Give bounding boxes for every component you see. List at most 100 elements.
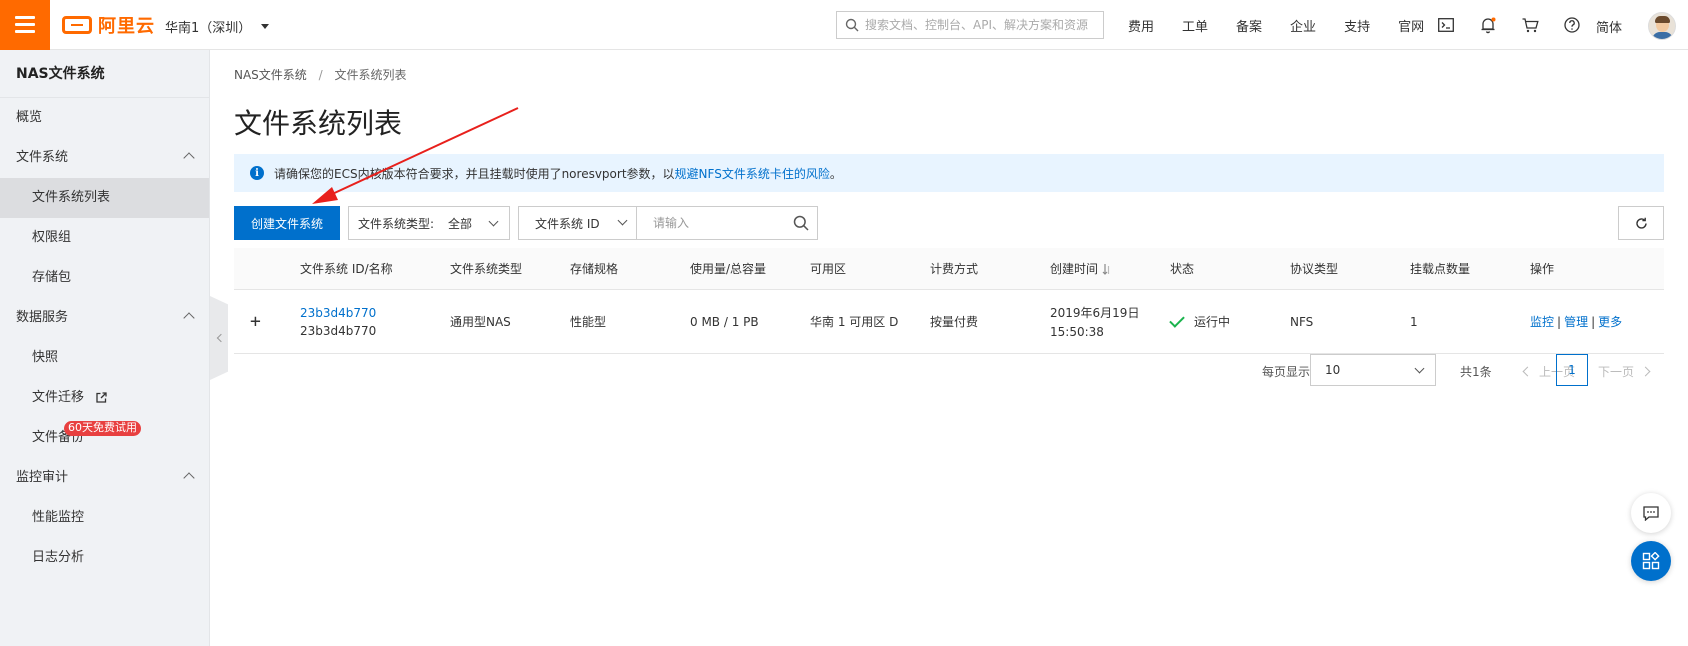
notice-link[interactable]: 规避NFS文件系统卡住的风险 [675, 165, 830, 182]
chevron-right-icon [1640, 366, 1651, 377]
caret-down-icon [261, 24, 270, 29]
col-header-spec: 存储规格 [570, 262, 619, 276]
sidebar-item-permission-group[interactable]: 权限组 [0, 218, 209, 258]
sidebar-item-log-analysis[interactable]: 日志分析 [0, 538, 209, 578]
language-switch[interactable]: 简体 [1596, 17, 1622, 36]
chevron-up-icon [183, 152, 195, 164]
pagination: 每页显示 10 共1条 上一页 1 下一页 [234, 354, 1664, 386]
col-header-status: 状态 [1170, 262, 1195, 276]
file-system-type-select[interactable]: 文件系统类型: 全部 [348, 206, 510, 240]
sort-icon [1102, 263, 1110, 275]
sidebar-item-label: 文件迁移 [32, 390, 85, 405]
refresh-icon [1635, 217, 1647, 229]
toolbar: 创建文件系统 文件系统类型: 全部 文件系统 ID [234, 206, 1664, 240]
manage-link[interactable]: 管理 [1564, 313, 1588, 330]
page-size-select[interactable]: 10 [1310, 354, 1436, 386]
aliyun-logo-icon [62, 16, 92, 34]
apps-icon [1642, 552, 1660, 570]
type-select-value: 全部 [448, 216, 473, 231]
region-selector[interactable]: 华南1（深圳） [165, 17, 270, 36]
type-select-label: 文件系统类型: [358, 216, 435, 231]
search-icon[interactable] [793, 215, 809, 231]
status-text: 运行中 [1194, 315, 1231, 329]
sidebar-item-label: 日志分析 [32, 550, 85, 565]
sidebar-collapse-toggle[interactable] [210, 296, 228, 380]
sidebar-item-file-migration[interactable]: 文件迁移 [0, 378, 209, 418]
create-file-system-button[interactable]: 创建文件系统 [234, 206, 340, 240]
refresh-button[interactable] [1618, 206, 1664, 240]
chevron-up-icon [183, 472, 195, 484]
nav-official-site[interactable]: 官网 [1398, 16, 1424, 35]
sidebar-item-label: 权限组 [32, 230, 72, 245]
check-icon [1169, 311, 1185, 328]
terminal-icon[interactable] [1425, 0, 1467, 50]
logo-text: 阿里云 [98, 16, 155, 37]
chevron-down-icon [617, 215, 628, 226]
user-avatar[interactable] [1648, 12, 1676, 40]
col-header-created[interactable]: 创建时间 [1050, 248, 1111, 289]
cell-protocol: NFS [1290, 314, 1314, 329]
top-bar: 阿里云 华南1（深圳） 费用 工单 备案 企业 支持 官网 简体 [0, 0, 1688, 50]
search-filter: 文件系统 ID [518, 206, 818, 240]
monitor-link[interactable]: 监控 [1530, 313, 1554, 330]
sidebar-item-overview[interactable]: 概览 [0, 98, 209, 138]
filter-input-wrap [637, 207, 817, 239]
sidebar-item-snapshot[interactable]: 快照 [0, 338, 209, 378]
nav-enterprise[interactable]: 企业 [1290, 16, 1316, 35]
table-header: 文件系统 ID/名称 文件系统类型 存储规格 使用量/总容量 可用区 计费方式 … [234, 248, 1664, 290]
chevron-up-icon [183, 312, 195, 324]
page-size-label: 每页显示 [1262, 365, 1311, 379]
cell-created-time: 15:50:38 [1050, 325, 1104, 339]
top-nav: 费用 工单 备案 企业 支持 官网 [1128, 0, 1452, 50]
sidebar-item-file-backup[interactable]: 文件备份 60天免费试用 [0, 418, 209, 458]
col-header-actions: 操作 [1530, 262, 1555, 276]
cart-icon[interactable] [1509, 0, 1551, 50]
sidebar-group-file-system[interactable]: 文件系统 [0, 138, 209, 178]
file-system-table: 文件系统 ID/名称 文件系统类型 存储规格 使用量/总容量 可用区 计费方式 … [234, 248, 1664, 354]
sidebar-item-performance-monitor[interactable]: 性能监控 [0, 498, 209, 538]
search-icon [845, 18, 859, 32]
sidebar-item-file-system-list[interactable]: 文件系统列表 [0, 178, 209, 218]
col-header-billing: 计费方式 [930, 262, 979, 276]
aliyun-logo[interactable]: 阿里云 [62, 14, 155, 37]
help-icon[interactable] [1551, 0, 1593, 50]
apps-float-button[interactable] [1631, 541, 1671, 581]
top-icons [1425, 0, 1593, 50]
file-system-id-link[interactable]: 23b3d4b770 [300, 306, 376, 320]
table-row: + 23b3d4b770 23b3d4b770 通用型NAS 性能型 0 MB … [234, 290, 1664, 354]
chat-float-button[interactable] [1631, 493, 1671, 533]
next-page-button[interactable]: 下一页 [1598, 363, 1651, 380]
filter-key-select[interactable]: 文件系统 ID [519, 207, 637, 239]
cell-usage: 0 MB / 1 PB [690, 314, 759, 329]
nav-billing[interactable]: 费用 [1128, 16, 1154, 35]
page-size-value: 10 [1325, 363, 1341, 377]
nav-tickets[interactable]: 工单 [1182, 16, 1208, 35]
total-count: 共1条 [1460, 365, 1492, 379]
hamburger-menu-button[interactable] [0, 0, 50, 50]
breadcrumb: NAS文件系统 / 文件系统列表 [234, 66, 407, 83]
breadcrumb-separator: / [318, 68, 323, 82]
filter-input[interactable] [637, 207, 787, 239]
sidebar-group-monitoring-audit[interactable]: 监控审计 [0, 458, 209, 498]
notice-banner: i 请确保您的ECS内核版本符合要求，并且挂载时使用了noresvport参数，… [234, 154, 1664, 192]
breadcrumb-root[interactable]: NAS文件系统 [234, 68, 307, 82]
global-search[interactable] [836, 11, 1104, 39]
filter-key-label: 文件系统 ID [535, 216, 600, 231]
cell-created-date: 2019年6月19日 [1050, 306, 1140, 320]
sidebar-title: NAS文件系统 [0, 50, 209, 98]
cell-spec: 性能型 [570, 315, 607, 329]
more-link[interactable]: 更多 [1598, 313, 1622, 330]
sidebar-group-data-service[interactable]: 数据服务 [0, 298, 209, 338]
expand-row-button[interactable]: + [250, 311, 261, 332]
sidebar-item-storage-package[interactable]: 存储包 [0, 258, 209, 298]
nav-support[interactable]: 支持 [1344, 16, 1370, 35]
cell-zone: 华南 1 可用区 D [810, 315, 899, 329]
chevron-down-icon [488, 216, 499, 227]
nav-icp[interactable]: 备案 [1236, 16, 1262, 35]
global-search-input[interactable] [865, 18, 1095, 32]
sidebar: NAS文件系统 概览 文件系统 文件系统列表 权限组 存储包 数据服务 快照 文… [0, 50, 210, 646]
bell-icon[interactable] [1467, 0, 1509, 50]
page-number-current[interactable]: 1 [1556, 354, 1588, 386]
sidebar-item-label: 性能监控 [32, 510, 85, 525]
chat-icon [1643, 505, 1659, 521]
